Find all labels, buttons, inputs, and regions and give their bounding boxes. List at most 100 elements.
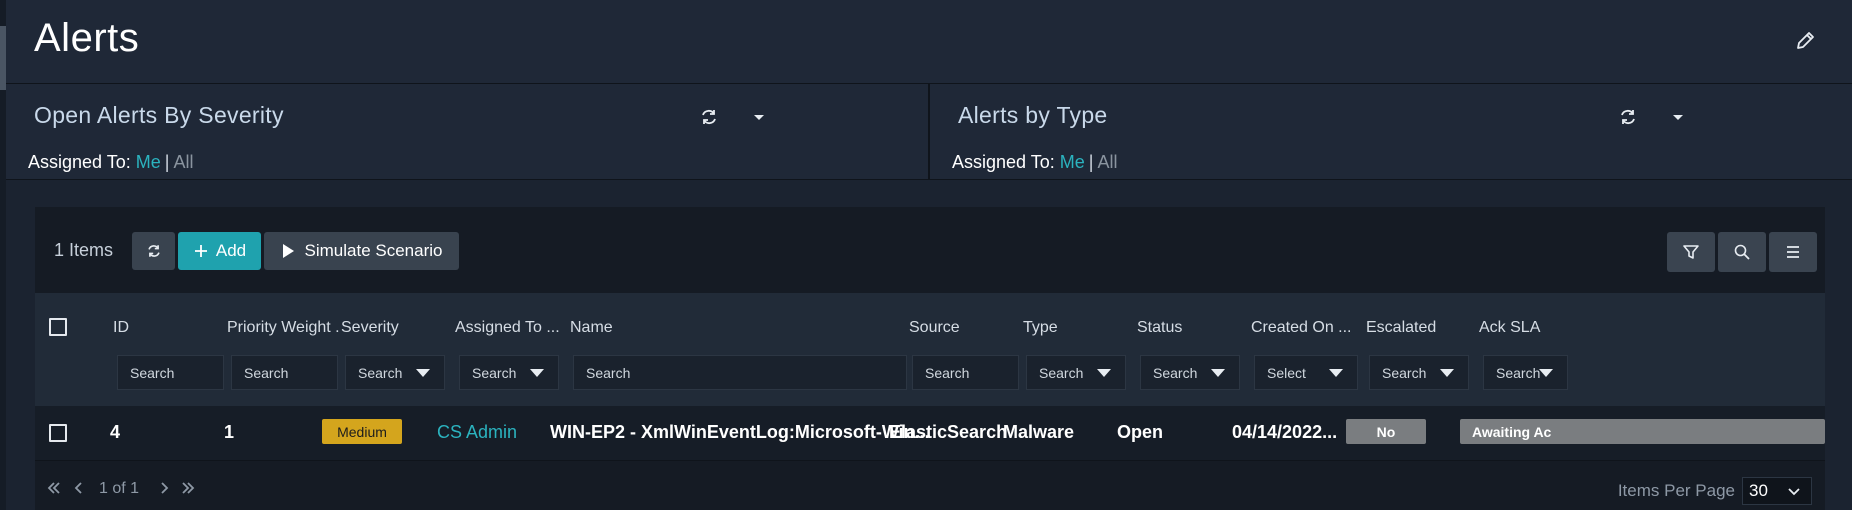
widget-open-alerts-by-severity: Open Alerts By Severity Assigned To: Me |… [6,84,930,180]
play-icon [282,244,294,258]
assigned-separator: | [164,152,170,172]
widget-row: Open Alerts By Severity Assigned To: Me |… [6,84,1852,180]
page-title: Alerts [34,16,140,60]
caret-down-icon [1539,369,1553,377]
widget-alerts-by-type: Alerts by Type Assigned To: Me | All [930,84,1852,180]
column-header-escalated[interactable]: Escalated [1366,319,1436,337]
prev-page-icon[interactable] [73,481,85,500]
cell-name-link[interactable]: WIN-EP2 - XmlWinEventLog:Microsoft-Win..… [550,422,930,443]
cell-priority-weight: 1 [224,422,235,442]
column-header-created-on[interactable]: Created On ... [1251,319,1352,337]
cell-id: 4 [110,422,121,442]
filter-status[interactable]: Search [1140,355,1240,390]
assigned-me-link[interactable]: Me [136,152,161,172]
assigned-separator: | [1088,152,1094,172]
filter-priority-weight[interactable]: Search [231,355,338,390]
column-header-name[interactable]: Name [570,319,613,337]
alerts-page: Alerts Open Alerts By Severity Assigned … [0,0,1852,510]
caret-down-icon [1440,369,1454,377]
plus-icon [194,245,207,257]
table-header: ID Search Priority Weight . Search Sever… [35,293,1825,406]
filter-ack-sla[interactable]: Search [1483,355,1568,390]
select-all-checkbox[interactable] [49,318,67,336]
column-header-ack-sla[interactable]: Ack SLA [1479,319,1540,337]
ack-sla-badge: Awaiting Ac [1460,419,1825,444]
caret-down-icon [416,369,430,377]
caret-down-icon[interactable] [1667,106,1689,128]
caret-down-icon [1211,369,1225,377]
caret-down-icon [1097,369,1111,377]
filter-name[interactable]: Search [573,355,907,390]
items-per-page-label: Items Per Page [1617,481,1735,500]
items-per-page-select[interactable]: 30 [1742,477,1812,505]
table-row[interactable]: 4 1 Medium CS Admin WIN-EP2 - XmlWinEven… [35,406,1825,461]
cell-status: Open [1117,422,1164,442]
filter-id[interactable]: Search [117,355,224,390]
escalated-badge: No [1346,419,1426,444]
column-header-assigned-to[interactable]: Assigned To ... [455,319,560,337]
filter-severity-text: Search [358,364,403,381]
items-count: 1 Items [54,240,114,260]
filter-icon [1683,245,1699,259]
first-page-icon[interactable] [47,481,61,500]
assigned-to-label: Assigned To: [952,152,1055,172]
assigned-to-label: Assigned To: [28,152,131,172]
refresh-icon[interactable] [698,106,720,128]
column-header-status[interactable]: Status [1137,319,1182,337]
column-header-id[interactable]: ID [113,319,129,337]
cell-type: Malware [1003,422,1075,442]
refresh-icon[interactable] [1617,106,1639,128]
filter-created-on[interactable]: Select [1254,355,1358,390]
search-icon [1734,244,1750,260]
row-checkbox[interactable] [49,424,67,442]
column-header-priority-weight[interactable]: Priority Weight . [227,319,340,337]
filter-type[interactable]: Search [1026,355,1126,390]
filter-severity[interactable]: Search [345,355,445,390]
refresh-icon [147,245,160,257]
items-per-page-value: 30 [1749,481,1768,500]
pagination: 1 of 1 Items Per Page 30 [35,461,1825,510]
page-info: 1 of 1 [99,480,140,497]
last-page-icon[interactable] [181,481,195,500]
filter-button[interactable] [1667,232,1715,272]
filter-escalated[interactable]: Search [1369,355,1469,390]
severity-badge: Medium [322,419,402,444]
menu-icon [1787,246,1799,258]
filter-ack-sla-text: Search [1496,364,1541,381]
simulate-scenario-button[interactable]: Simulate Scenario [264,232,459,270]
simulate-scenario-label: Simulate Scenario [304,241,443,260]
assigned-to-filter: Assigned To: Me | All [28,152,193,173]
filter-type-text: Search [1039,364,1084,381]
add-button[interactable]: Add [178,232,261,270]
filter-assigned-to-text: Search [472,364,517,381]
grid-toolbar: 1 Items Add Simulate Scenario [35,207,1825,293]
columns-menu-button[interactable] [1769,232,1817,272]
assigned-all-link[interactable]: All [1097,152,1117,172]
caret-down-icon[interactable] [748,106,770,128]
column-header-source[interactable]: Source [909,319,960,337]
page-header: Alerts [6,0,1852,84]
column-header-severity[interactable]: Severity [341,319,399,337]
next-page-icon[interactable] [158,481,170,500]
assigned-all-link[interactable]: All [173,152,193,172]
cell-created-on: 04/14/2022... [1232,422,1338,442]
search-button[interactable] [1718,232,1766,272]
cell-source: ElasticSearch [889,422,1008,442]
filter-created-on-text: Select [1267,364,1306,381]
widget-title: Open Alerts By Severity [34,102,284,128]
filter-status-text: Search [1153,364,1198,381]
assigned-me-link[interactable]: Me [1060,152,1085,172]
column-header-type[interactable]: Type [1023,319,1058,337]
filter-assigned-to[interactable]: Search [459,355,559,390]
widget-title: Alerts by Type [958,102,1108,128]
refresh-button[interactable] [132,232,175,270]
caret-down-icon [1329,369,1343,377]
caret-down-icon [530,369,544,377]
alerts-grid-panel: 1 Items Add Simulate Scenario ID Search … [35,207,1825,510]
filter-source[interactable]: Search [912,355,1019,390]
add-button-label: Add [215,241,247,260]
cell-assigned-to-link[interactable]: CS Admin [437,422,517,443]
filter-escalated-text: Search [1382,364,1427,381]
edit-icon[interactable] [1794,30,1816,52]
chevron-down-icon [1788,488,1800,496]
